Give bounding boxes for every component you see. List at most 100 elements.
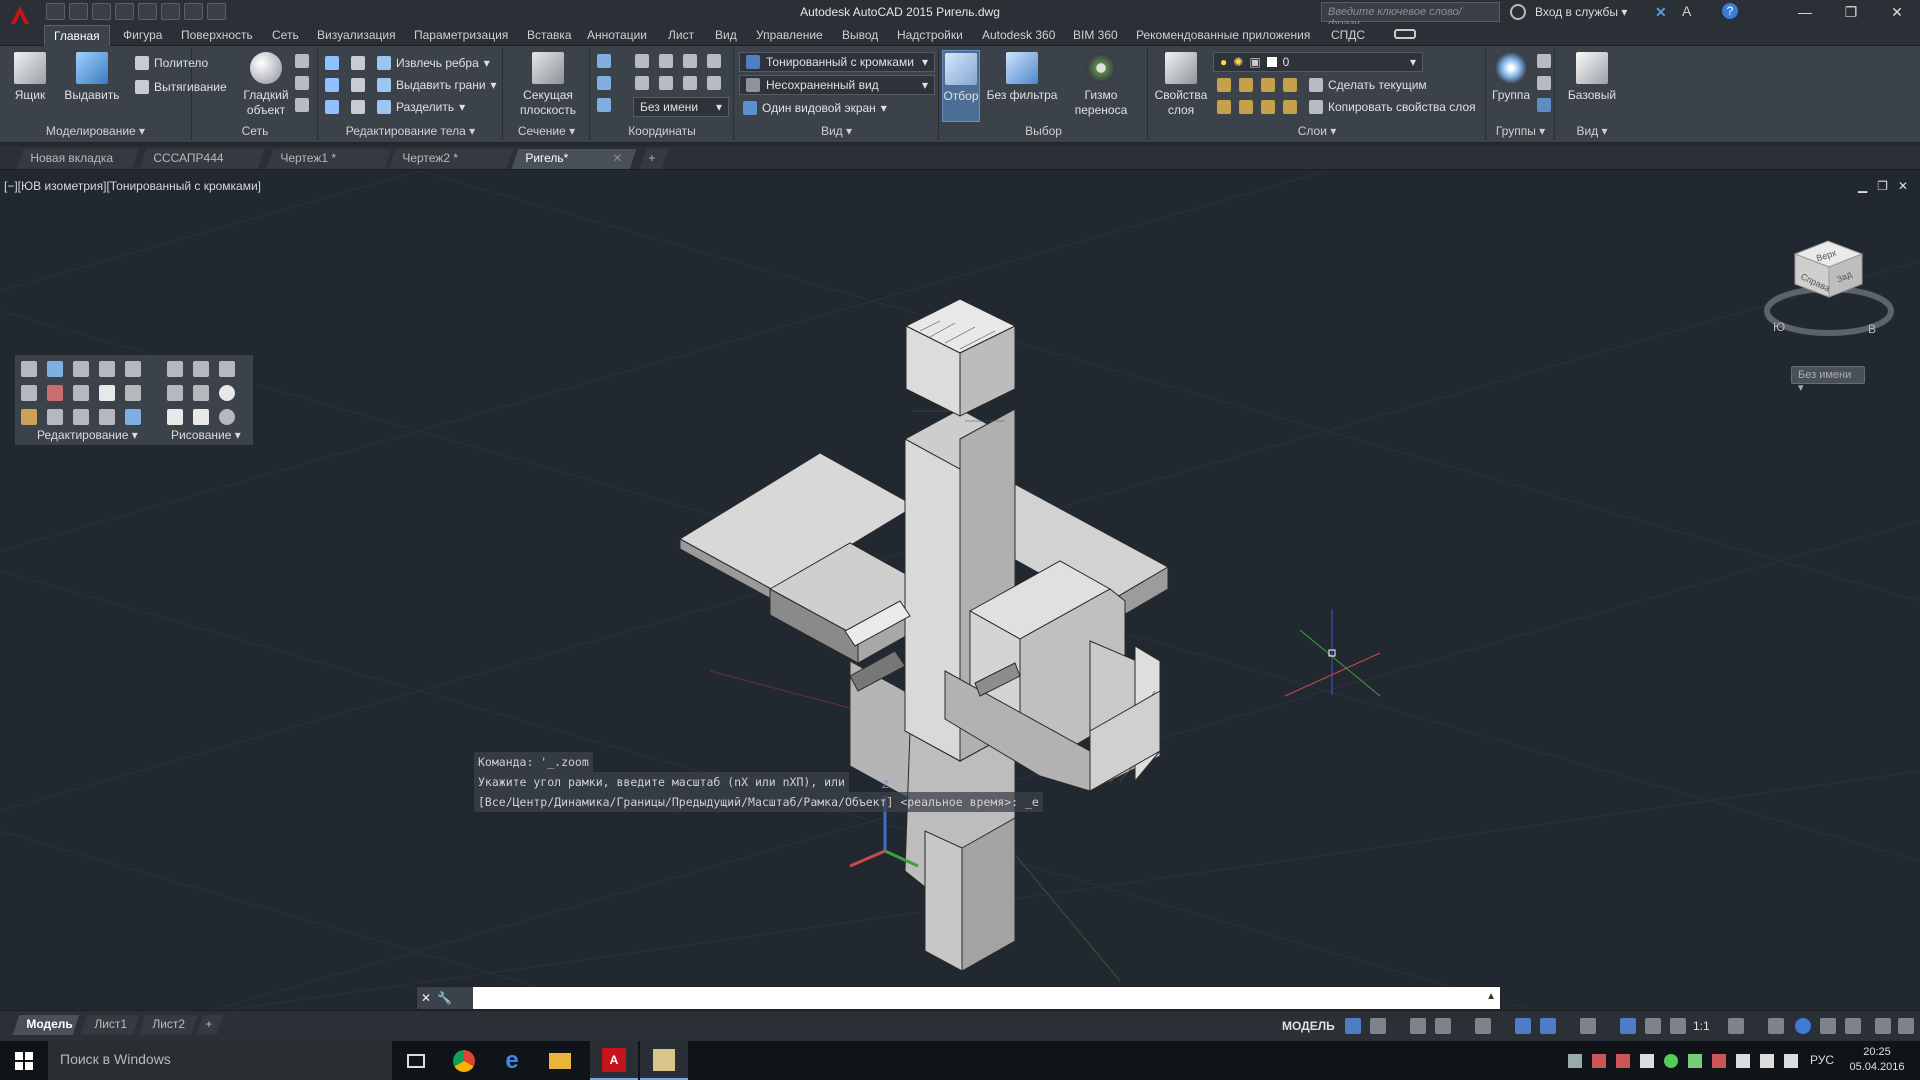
make-current-button[interactable]: Сделать текущим — [1309, 78, 1427, 92]
media-app[interactable] — [640, 1041, 688, 1080]
slice-icon[interactable] — [351, 78, 365, 92]
tray-icon[interactable] — [1592, 1054, 1606, 1068]
close-tab-icon[interactable]: ✕ — [612, 151, 622, 165]
clean-screen-icon[interactable] — [1845, 1018, 1861, 1034]
box-button[interactable]: Ящик — [10, 52, 50, 103]
add-layout-button[interactable]: + — [196, 1015, 224, 1035]
ellipse-icon[interactable] — [219, 409, 235, 425]
ucs-object-icon[interactable] — [659, 76, 673, 90]
close-window-button[interactable]: ✕ — [1874, 0, 1920, 24]
history-expand-icon[interactable]: ▲ — [1486, 991, 1496, 1002]
layer-unlock-all-icon[interactable] — [1283, 100, 1297, 114]
input-language[interactable]: РУС — [1810, 1053, 1834, 1067]
viewport-config-button[interactable]: Один видовой экран ▾ — [743, 101, 887, 115]
polar-icon[interactable] — [1435, 1018, 1451, 1034]
wrench-icon[interactable]: 🔧 — [437, 991, 452, 1005]
tray-icon[interactable] — [1712, 1054, 1726, 1068]
section-plane-button[interactable]: Секущая плоскость — [516, 52, 580, 118]
erase-icon[interactable] — [21, 409, 37, 425]
explorer-app[interactable] — [536, 1041, 584, 1080]
tab-surface[interactable]: Поверхность — [172, 27, 262, 43]
extrude-button[interactable]: Выдавить — [62, 52, 122, 103]
tab-solid[interactable]: Фигура — [114, 27, 171, 43]
panel-title-modeling[interactable]: Моделирование ▾ — [0, 124, 191, 138]
join-icon[interactable] — [99, 409, 115, 425]
layout-tab-sheet2[interactable]: Лист2 — [138, 1015, 198, 1035]
union-icon[interactable] — [325, 56, 339, 70]
layer-off-icon[interactable] — [1217, 78, 1231, 92]
panel-title-selection[interactable]: Выбор — [940, 124, 1147, 138]
layer-freeze-icon[interactable] — [1261, 78, 1275, 92]
hardware-acceleration-icon[interactable] — [1795, 1018, 1811, 1034]
file-tab-rigel[interactable]: Ригель* ✕ — [511, 149, 637, 169]
fillet-icon[interactable] — [99, 385, 115, 401]
tab-layout[interactable]: Лист — [659, 27, 703, 43]
grid-toggle-icon[interactable] — [1345, 1018, 1361, 1034]
binoculars-icon[interactable] — [1510, 4, 1526, 20]
layer-on-all-icon[interactable] — [1217, 100, 1231, 114]
align-icon[interactable] — [73, 409, 89, 425]
notifications-icon[interactable] — [1784, 1054, 1798, 1068]
no-filter-button[interactable]: Без фильтра — [986, 52, 1058, 103]
panel-title-coordinates[interactable]: Координаты — [591, 124, 733, 138]
signin-button[interactable]: Вход в службы ▾ — [1535, 5, 1627, 19]
edit-array-icon[interactable] — [125, 409, 141, 425]
annotation-monitor-icon[interactable] — [1768, 1018, 1784, 1034]
customize-menu-icon[interactable] — [1898, 1018, 1914, 1034]
viewport-restore-icon[interactable]: ❐ — [1877, 179, 1888, 193]
trim-icon[interactable] — [125, 361, 141, 377]
spline-icon[interactable] — [167, 385, 183, 401]
tab-featured-apps[interactable]: Рекомендованные приложения — [1127, 27, 1319, 43]
tray-icon[interactable] — [1568, 1054, 1582, 1068]
tab-manage[interactable]: Управление — [747, 27, 832, 43]
viewport-controls-label[interactable]: [−][ЮВ изометрия][Тонированный с кромкам… — [4, 179, 261, 193]
annotation-visibility-icon[interactable] — [1620, 1018, 1636, 1034]
layer-lock-icon[interactable] — [1283, 78, 1297, 92]
panel-title-section[interactable]: Сечение ▾ — [504, 124, 589, 138]
edit-panel-title[interactable]: Редактирование ▾ — [37, 428, 138, 442]
file-tab-drawing1[interactable]: Чертеж1 * — [266, 149, 392, 169]
object-snap-tracking-icon[interactable] — [1515, 1018, 1531, 1034]
layout-tab-sheet1[interactable]: Лист1 — [80, 1015, 140, 1035]
isodraft-icon[interactable] — [1475, 1018, 1491, 1034]
exchange-icon[interactable]: ✕ — [1655, 4, 1667, 21]
panel-title-view[interactable]: Вид ▾ — [735, 124, 938, 138]
network-icon[interactable] — [1736, 1054, 1750, 1068]
tab-spds[interactable]: СПДС — [1322, 27, 1374, 43]
layer-isolate-icon[interactable] — [1239, 78, 1253, 92]
ucs-origin-icon[interactable] — [597, 98, 611, 112]
tab-parametric[interactable]: Параметризация — [405, 27, 517, 43]
panel-title-layers[interactable]: Слои ▾ — [1149, 124, 1485, 138]
move-icon[interactable] — [21, 361, 37, 377]
mirror-icon[interactable] — [21, 385, 37, 401]
snap-toggle-icon[interactable] — [1370, 1018, 1386, 1034]
circle-icon[interactable] — [219, 385, 235, 401]
fullscreen-icon[interactable] — [1875, 1018, 1891, 1034]
ucs-face-icon[interactable] — [683, 76, 697, 90]
interfere-icon[interactable] — [351, 56, 365, 70]
play-icon[interactable] — [1640, 1054, 1654, 1068]
panel-title-groups[interactable]: Группы ▾ — [1487, 124, 1554, 138]
ucs-3point-icon[interactable] — [635, 76, 649, 90]
tab-annotate[interactable]: Аннотации — [578, 27, 656, 43]
panel-title-mesh[interactable]: Сеть — [193, 124, 317, 138]
base-view-button[interactable]: Базовый — [1562, 52, 1622, 103]
drawing-viewport[interactable]: Z Верх Справа Зад Ю В [−][ЮВ изометрия][… — [0, 171, 1920, 1014]
culling-button[interactable]: Отбор — [942, 50, 980, 122]
close-icon[interactable]: ✕ — [421, 991, 431, 1005]
intersect-icon[interactable] — [325, 100, 339, 114]
tab-view[interactable]: Вид — [706, 27, 746, 43]
layer-unisolate-icon[interactable] — [1239, 100, 1253, 114]
offset-icon[interactable] — [47, 409, 63, 425]
workspace-switch-icon[interactable] — [1728, 1018, 1744, 1034]
tray-icon[interactable] — [1664, 1054, 1678, 1068]
ucs-world-icon[interactable] — [597, 76, 611, 90]
model-space-toggle[interactable]: МОДЕЛЬ — [1282, 1019, 1335, 1033]
copy-icon[interactable] — [99, 361, 115, 377]
maximize-button[interactable]: ❐ — [1828, 0, 1874, 24]
autodesk-a360-icon[interactable]: A — [1682, 3, 1691, 19]
object-snap-icon[interactable] — [1540, 1018, 1556, 1034]
isolate-objects-icon[interactable] — [1820, 1018, 1836, 1034]
tray-icon[interactable] — [1688, 1054, 1702, 1068]
layer-properties-button[interactable]: Свойства слоя — [1153, 52, 1209, 118]
